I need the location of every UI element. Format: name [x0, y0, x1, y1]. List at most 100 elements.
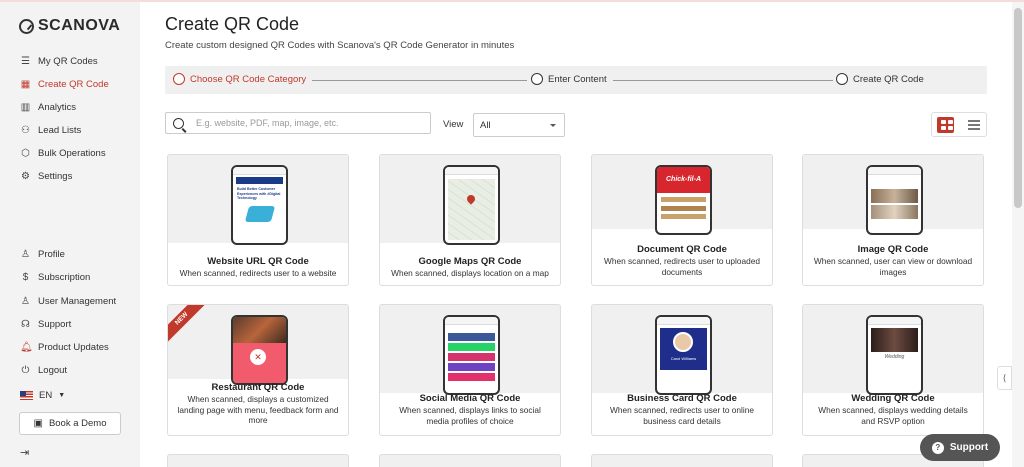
help-icon: ? [931, 441, 944, 454]
phone-screen-text: Wedding [884, 354, 905, 360]
sidebar-item-logout[interactable]: ⏻ Logout [20, 365, 68, 376]
step-create-qr-code[interactable]: Create QR Code [836, 73, 924, 85]
view-selected-value: All [480, 119, 491, 131]
card-title: Social Media QR Code [419, 393, 521, 404]
list-icon: ☰ [21, 56, 30, 67]
sidebar-item-analytics[interactable]: ▥ Analytics [20, 102, 76, 113]
calendar-icon: ▣ [33, 418, 43, 429]
card-description: When scanned, displays a customized land… [177, 394, 339, 425]
page-subtitle: Create custom designed QR Codes with Sca… [165, 40, 515, 51]
book-demo-label: Book a Demo [48, 418, 107, 429]
box-icon: ⬡ [21, 148, 30, 159]
collapse-sidebar-icon[interactable]: ⇥ [20, 446, 29, 459]
search-input[interactable] [196, 118, 416, 128]
sidebar-item-profile[interactable]: ♙ Profile [20, 249, 65, 260]
grid-view-button[interactable] [937, 117, 954, 133]
card-description: When scanned, redirects user to uploaded… [604, 256, 760, 277]
phone-mockup [443, 315, 500, 395]
bar-chart-icon: ▥ [20, 102, 31, 113]
support-chat-button[interactable]: ? Support [920, 434, 1000, 461]
card-document[interactable]: Chick-fil-A Document QR Code When scanne… [591, 154, 773, 286]
power-icon: ⏻ [21, 365, 30, 376]
phone-mockup [866, 165, 923, 235]
card-partial[interactable] [167, 454, 349, 467]
sidebar-item-lead-lists[interactable]: ⚇ Lead Lists [20, 125, 81, 136]
user-gear-icon: ♙ [21, 296, 30, 307]
step-label: Create QR Code [853, 73, 924, 85]
sidebar-item-bulk-operations[interactable]: ⬡ Bulk Operations [20, 148, 106, 159]
card-thumbnail: Wedding [803, 305, 983, 395]
sidebar-item-my-qr-codes[interactable]: ☰ My QR Codes [20, 56, 98, 67]
step-choose-category[interactable]: Choose QR Code Category [173, 73, 306, 85]
card-wedding[interactable]: Wedding Wedding QR Code When scanned, di… [802, 304, 984, 436]
phone-mockup: Wedding [866, 315, 923, 395]
sidebar-item-create-qr-code[interactable]: ▦ Create QR Code [20, 79, 109, 90]
step-label: Enter Content [548, 73, 607, 85]
phone-mockup: ✕ [231, 315, 288, 385]
scrollbar-thumb[interactable] [1014, 8, 1022, 208]
language-selector[interactable]: EN ▼ [20, 390, 65, 401]
card-social-media[interactable]: Social Media QR Code When scanned, displ… [379, 304, 561, 436]
sidebar-item-settings[interactable]: ⚙ Settings [20, 171, 72, 182]
card-title: Document QR Code [637, 244, 727, 255]
card-partial[interactable] [379, 454, 561, 467]
card-website-url[interactable]: Build Better Customer Experiences with #… [167, 154, 349, 286]
user-icon: ♙ [21, 249, 30, 260]
top-accent-line [0, 0, 1024, 2]
card-thumbnail [803, 155, 983, 235]
sidebar-item-user-management[interactable]: ♙ User Management [20, 296, 116, 307]
card-thumbnail: ✕ [168, 305, 348, 385]
card-title: Business Card QR Code [627, 393, 737, 404]
sidebar-item-label: My QR Codes [38, 56, 98, 67]
qr-icon: ▦ [20, 79, 31, 90]
view-select[interactable]: All [473, 113, 565, 137]
sidebar-item-support[interactable]: ☊ Support [20, 319, 71, 330]
card-description: When scanned, displays links to social m… [399, 405, 541, 426]
gear-icon: ⚙ [21, 171, 30, 182]
card-partial[interactable] [591, 454, 773, 467]
step-label: Choose QR Code Category [190, 73, 307, 85]
card-description: When scanned, displays wedding details a… [818, 405, 968, 426]
list-view-button[interactable] [968, 120, 980, 130]
step-connector [312, 79, 527, 81]
chevron-down-icon [550, 124, 556, 127]
step-circle-icon [836, 73, 848, 85]
card-title: Google Maps QR Code [418, 256, 522, 267]
step-enter-content[interactable]: Enter Content [531, 73, 607, 85]
phone-mockup: Carol Williams [655, 315, 712, 395]
headset-icon: ☊ [21, 319, 30, 330]
card-business-card[interactable]: Carol Williams Business Card QR Code Whe… [591, 304, 773, 436]
sidebar-item-label: Analytics [38, 102, 77, 113]
sidebar-item-label: User Management [38, 296, 117, 307]
dollar-icon: $ [22, 272, 29, 283]
side-feedback-tab[interactable]: ⟨ [997, 366, 1012, 390]
card-thumbnail: Chick-fil-A [592, 155, 772, 235]
search-icon [173, 117, 184, 129]
search-box [165, 112, 431, 134]
card-description: When scanned, user can view or download … [813, 256, 973, 277]
card-thumbnail: Carol Williams [592, 305, 772, 395]
sidebar-item-label: Support [38, 319, 72, 330]
phone-screen-text: Build Better Customer Experiences with #… [237, 187, 281, 201]
scanova-logo-icon [19, 18, 34, 34]
book-demo-button[interactable]: ▣ Book a Demo [19, 412, 121, 435]
phone-mockup: Chick-fil-A [655, 165, 712, 235]
card-description: When scanned, redirects user to online b… [610, 405, 754, 426]
card-google-maps[interactable]: Google Maps QR Code When scanned, displa… [379, 154, 561, 286]
sidebar-item-label: Logout [38, 365, 68, 376]
brand-logo[interactable]: SCANOVA [19, 17, 120, 35]
chevron-down-icon: ▼ [58, 392, 66, 399]
sidebar-item-label: Subscription [38, 272, 91, 283]
card-thumbnail [380, 305, 560, 395]
card-restaurant[interactable]: ✕ NEW Restaurant QR Code When scanned, d… [167, 304, 349, 436]
phone-mockup [443, 165, 500, 245]
sidebar-item-product-updates[interactable]: 🔔︎ Product Updates [20, 342, 109, 353]
sidebar-item-label: Bulk Operations [38, 148, 106, 159]
phone-screen-text: Carol Williams [670, 356, 697, 361]
support-label: Support [949, 442, 989, 453]
sidebar-item-subscription[interactable]: $ Subscription [20, 272, 91, 283]
close-icon: ✕ [250, 349, 266, 365]
sidebar-item-label: Lead Lists [38, 125, 82, 136]
card-thumbnail [380, 155, 560, 245]
card-image[interactable]: Image QR Code When scanned, user can vie… [802, 154, 984, 286]
